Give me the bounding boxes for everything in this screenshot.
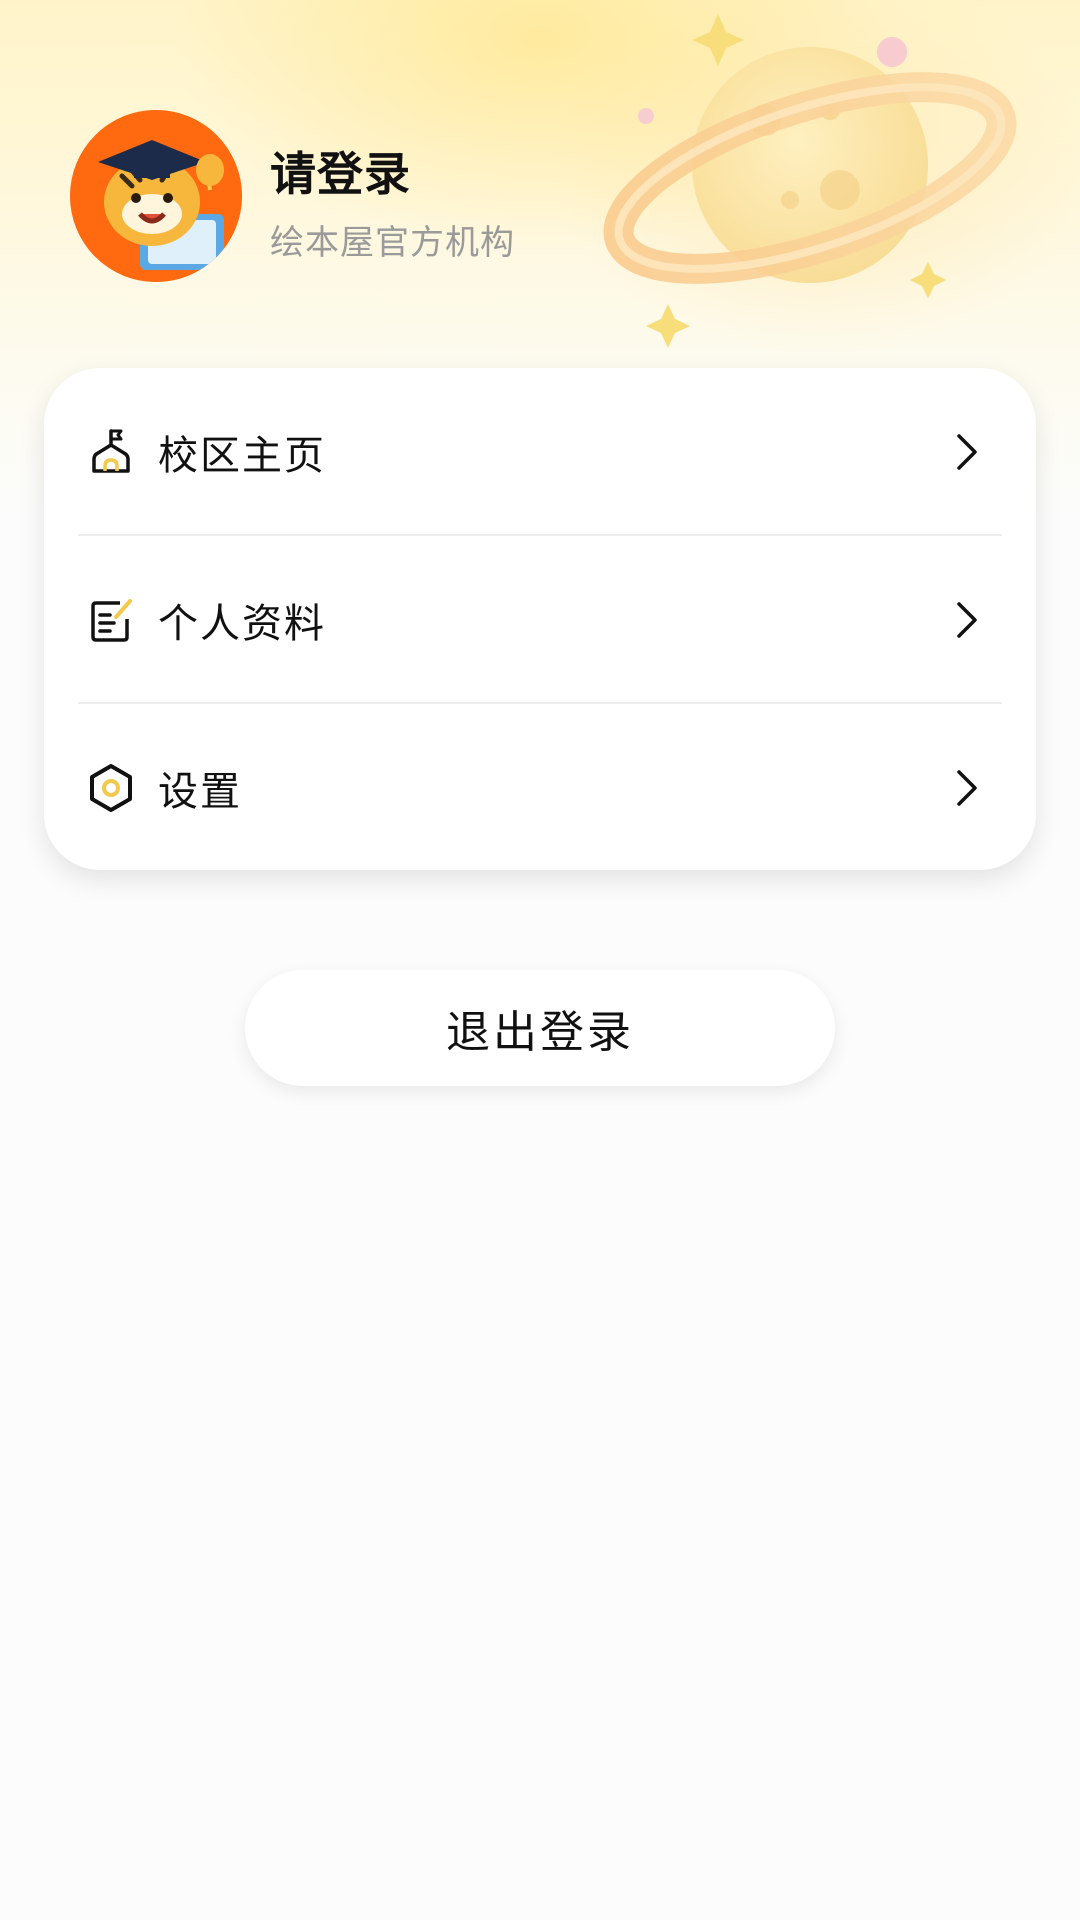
menu-item-settings[interactable]: 设置	[44, 704, 1036, 870]
planet-decoration-icon	[603, 14, 1017, 348]
menu-item-label: 设置	[158, 768, 242, 815]
settings-hexagon-icon	[90, 763, 132, 812]
profile-header[interactable]: 请登录 绘本屋官方机构	[70, 110, 514, 282]
profile-doc-icon	[91, 598, 132, 642]
chevron-right-icon	[957, 769, 977, 806]
menu-item-label: 校区主页	[158, 432, 326, 479]
chevron-right-icon	[957, 433, 977, 470]
organization-label: 绘本屋官方机构	[270, 223, 515, 263]
campus-icon	[92, 428, 130, 473]
menu-item-profile[interactable]: 个人资料	[44, 536, 1036, 703]
menu-item-label: 个人资料	[158, 600, 326, 647]
chevron-right-icon	[957, 601, 977, 638]
tiger-mascot-icon	[70, 110, 242, 282]
logout-button[interactable]: 退出登录	[245, 970, 835, 1086]
menu-item-campus-home[interactable]: 校区主页	[44, 368, 1036, 535]
login-prompt[interactable]: 请登录	[270, 138, 411, 204]
menu-card: 校区主页 个人资料 设置	[44, 368, 1036, 870]
avatar[interactable]	[70, 110, 242, 282]
